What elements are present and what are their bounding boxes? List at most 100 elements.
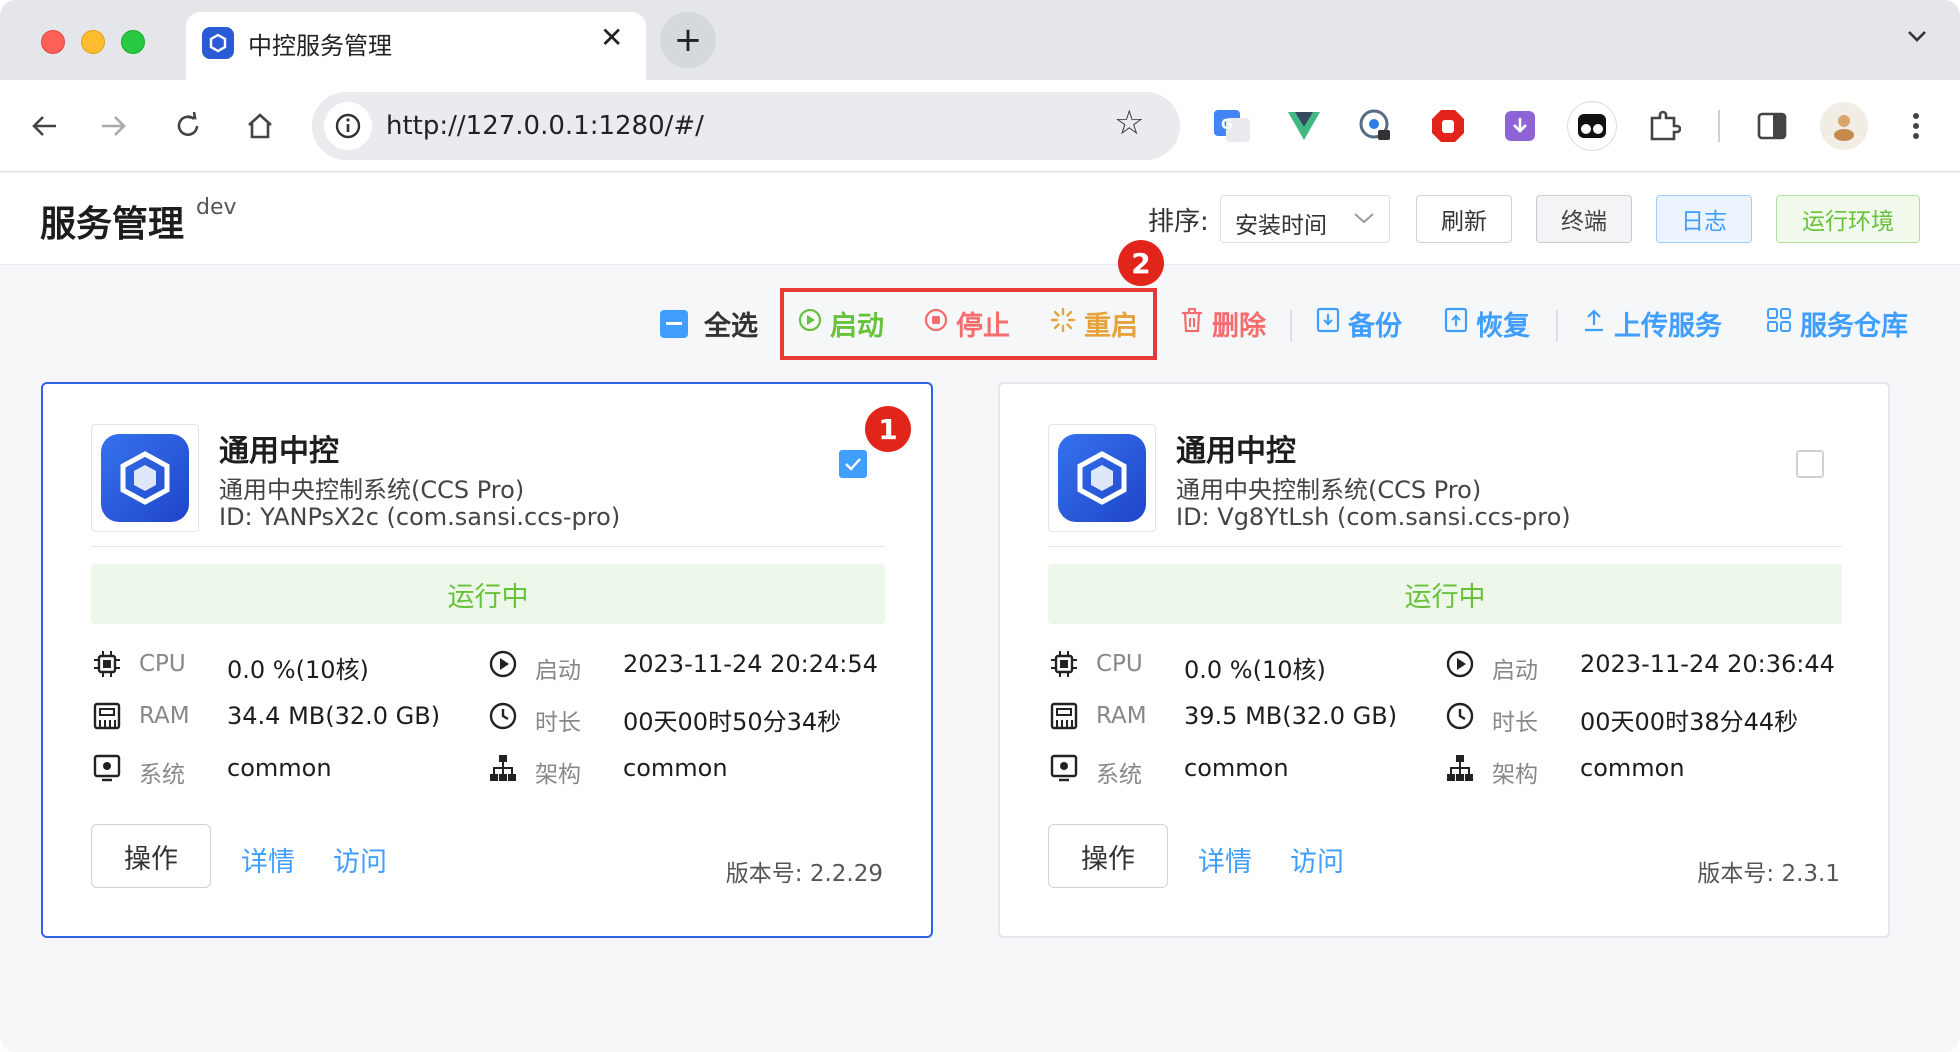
upload-service-button[interactable]: 上传服务 — [1582, 304, 1722, 343]
hierarchy-icon — [487, 752, 519, 784]
ram-label: RAM — [1096, 703, 1147, 729]
app-logo — [1048, 424, 1156, 532]
visit-link[interactable]: 访问 — [333, 840, 387, 879]
page-title: 服务管理 — [40, 204, 185, 245]
version-text: 版本号: 2.3.1 — [1697, 861, 1840, 887]
runtime-env-button[interactable]: 运行环境 — [1776, 195, 1920, 243]
sort-label: 排序: — [1148, 207, 1209, 237]
backup-button[interactable]: 备份 — [1316, 304, 1402, 343]
service-description: 通用中央控制系统(CCS Pro) — [1176, 476, 1482, 504]
password-extension-icon[interactable] — [1352, 102, 1400, 150]
new-tab-button[interactable]: + — [660, 12, 716, 68]
forward-arrow-icon[interactable] — [96, 108, 132, 144]
arch-label: 架构 — [535, 762, 581, 788]
detail-link[interactable]: 详情 — [1198, 840, 1252, 879]
operate-button[interactable]: 操作 — [91, 824, 211, 888]
arch-value: common — [1580, 754, 1685, 782]
url-text[interactable]: http://127.0.0.1:1280/#/ — [386, 111, 704, 141]
browser-toolbar: http://127.0.0.1:1280/#/ ☆ G — [0, 80, 1960, 172]
start-time-value: 2023-11-24 20:36:44 — [1580, 650, 1835, 678]
chevron-down-icon — [1353, 210, 1375, 229]
select-all-checkbox[interactable]: 全选 — [660, 304, 758, 343]
status-badge: 运行中 — [1048, 564, 1842, 624]
status-badge: 运行中 — [91, 564, 885, 624]
sort-value: 安装时间 — [1235, 213, 1327, 239]
app-favicon-icon — [202, 27, 234, 59]
cpu-value: 0.0 %(10核) — [227, 656, 369, 684]
bookmark-star-icon[interactable]: ☆ — [1114, 106, 1144, 140]
service-id: ID: Vg8YtLsh (com.sansi.ccs-pro) — [1176, 503, 1571, 531]
reload-icon[interactable] — [170, 108, 206, 144]
upload-service-label: 上传服务 — [1614, 311, 1722, 342]
visit-link[interactable]: 访问 — [1290, 840, 1344, 879]
service-id: ID: YANPsX2c (com.sansi.ccs-pro) — [219, 503, 621, 531]
service-card[interactable]: 通用中控 通用中央控制系统(CCS Pro) ID: Vg8YtLsh (com… — [998, 382, 1890, 938]
indeterminate-check-icon — [660, 309, 688, 338]
hexagon-logo-icon — [1058, 434, 1146, 522]
action-divider — [1290, 310, 1292, 342]
service-repository-button[interactable]: 服务仓库 — [1766, 304, 1908, 343]
cpu-chip-icon — [91, 648, 123, 680]
back-arrow-icon[interactable] — [26, 108, 62, 144]
app-header: 服务管理 dev 排序: 安装时间 刷新 终端 日志 运行环境 — [0, 173, 1960, 265]
hierarchy-icon — [1444, 752, 1476, 784]
tab-close-icon[interactable]: ✕ — [600, 24, 623, 52]
extensions-puzzle-icon[interactable] — [1640, 102, 1688, 150]
memory-icon — [1048, 700, 1080, 732]
toolbar-divider — [1718, 110, 1720, 142]
restore-button[interactable]: 恢复 — [1444, 304, 1530, 343]
select-all-label: 全选 — [704, 311, 758, 342]
highlight-box — [780, 288, 1157, 360]
tampermonkey-icon[interactable] — [1568, 102, 1616, 150]
delete-button[interactable]: 删除 — [1180, 304, 1266, 343]
tab-title: 中控服务管理 — [248, 32, 392, 60]
operate-button[interactable]: 操作 — [1048, 824, 1168, 888]
download-box-icon — [1316, 307, 1340, 340]
annotation-badge-1: 1 — [865, 406, 911, 452]
minimize-window-button[interactable] — [81, 30, 105, 54]
backup-label: 备份 — [1348, 311, 1402, 342]
ram-label: RAM — [139, 703, 190, 729]
start-time-value: 2023-11-24 20:24:54 — [623, 650, 878, 678]
side-panel-icon[interactable] — [1748, 102, 1796, 150]
select-checkbox[interactable] — [1796, 450, 1824, 478]
env-tag: dev — [196, 195, 237, 220]
vue-devtools-icon[interactable] — [1280, 102, 1328, 150]
terminal-button[interactable]: 终端 — [1536, 195, 1632, 243]
service-card[interactable]: 通用中控 通用中央控制系统(CCS Pro) ID: YANPsX2c (com… — [41, 382, 933, 938]
uptime-label: 时长 — [535, 710, 581, 736]
sort-select[interactable]: 安装时间 — [1220, 195, 1390, 243]
maximize-window-button[interactable] — [121, 30, 145, 54]
upload-box-icon — [1444, 307, 1468, 340]
clock-icon — [1444, 700, 1476, 732]
service-name: 通用中控 — [1176, 434, 1296, 469]
translate-extension-icon[interactable]: G — [1208, 102, 1256, 150]
memory-icon — [91, 700, 123, 732]
clock-icon — [487, 700, 519, 732]
start-time-label: 启动 — [535, 658, 581, 684]
detail-link[interactable]: 详情 — [241, 840, 295, 879]
address-bar[interactable]: http://127.0.0.1:1280/#/ ☆ — [312, 92, 1180, 160]
log-button[interactable]: 日志 — [1656, 195, 1752, 243]
tab-search-icon[interactable] — [1906, 24, 1928, 49]
ram-value: 34.4 MB(32.0 GB) — [227, 702, 441, 730]
browser-tab[interactable]: 中控服务管理 ✕ — [186, 12, 646, 80]
ram-value: 39.5 MB(32.0 GB) — [1184, 702, 1398, 730]
upload-icon — [1582, 307, 1606, 340]
annotation-badge-2: 2 — [1118, 240, 1164, 286]
profile-avatar[interactable] — [1820, 102, 1868, 150]
home-icon[interactable] — [242, 108, 278, 144]
download-extension-icon[interactable] — [1496, 102, 1544, 150]
close-window-button[interactable] — [41, 30, 65, 54]
cpu-value: 0.0 %(10核) — [1184, 656, 1326, 684]
card-divider — [1048, 546, 1842, 547]
cpu-label: CPU — [139, 651, 186, 677]
adblock-icon[interactable] — [1424, 102, 1472, 150]
service-description: 通用中央控制系统(CCS Pro) — [219, 476, 525, 504]
browser-menu-icon[interactable] — [1892, 102, 1940, 150]
select-checkbox[interactable] — [839, 450, 867, 478]
system-monitor-icon — [91, 752, 123, 784]
site-info-icon[interactable] — [324, 102, 372, 150]
refresh-button[interactable]: 刷新 — [1416, 195, 1512, 243]
check-icon — [845, 458, 861, 471]
